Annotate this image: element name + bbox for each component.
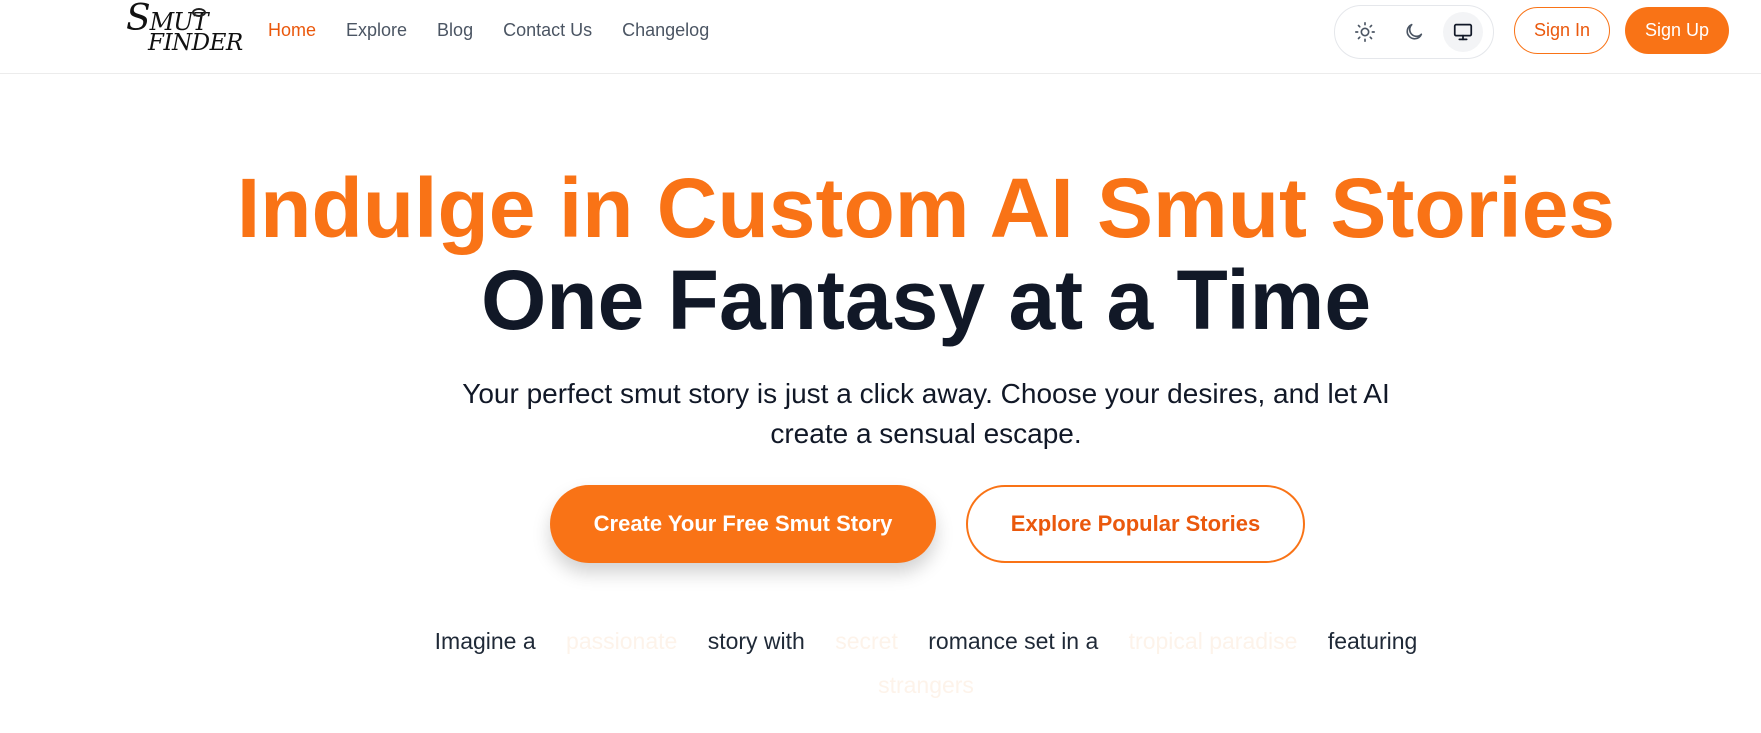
- imagine-suffix: featuring: [1327, 628, 1418, 654]
- explore-stories-button[interactable]: Explore Popular Stories: [966, 485, 1305, 563]
- light-theme-button[interactable]: [1345, 12, 1385, 52]
- nav-item-contact-us[interactable]: Contact Us: [503, 19, 592, 41]
- nav-item-explore[interactable]: Explore: [346, 19, 407, 41]
- theme-switcher: [1334, 5, 1494, 59]
- imagine-mid-2: romance set in a: [928, 628, 1099, 654]
- imagine-slot-theme: secret: [835, 628, 898, 654]
- imagine-mid-1: story with: [707, 628, 805, 654]
- nav-item-home[interactable]: Home: [268, 19, 316, 41]
- hero-headline-accent: Indulge in Custom AI Smut Stories: [236, 161, 1616, 255]
- site-header: SMUT FINDER Home Explore Blog Contact Us…: [0, 0, 1761, 74]
- sign-up-button[interactable]: Sign Up: [1625, 7, 1729, 54]
- system-theme-button[interactable]: [1442, 12, 1483, 52]
- nav-item-blog[interactable]: Blog: [437, 19, 473, 41]
- smutfinder-logo[interactable]: SMUT FINDER: [126, 1, 243, 58]
- imagine-slot-setting: tropical paradise: [1128, 628, 1298, 654]
- logo-line-2: FINDER: [148, 30, 243, 56]
- imagine-sentence: Imagine a passionate story with secret r…: [0, 626, 1761, 656]
- monitor-icon: [1453, 23, 1472, 41]
- sun-icon: [1355, 22, 1376, 42]
- sign-in-button[interactable]: Sign In: [1514, 7, 1610, 54]
- nav-item-changelog[interactable]: Changelog: [622, 19, 709, 41]
- dark-theme-button[interactable]: [1394, 12, 1434, 52]
- logo-ring-icon: [192, 8, 206, 17]
- imagine-slot-characters: strangers: [878, 672, 974, 698]
- imagine-slot-mood: passionate: [566, 628, 678, 654]
- hero-subtitle: Your perfect smut story is just a click …: [462, 378, 1390, 449]
- moon-icon: [1406, 23, 1423, 40]
- create-story-button[interactable]: Create Your Free Smut Story: [550, 485, 936, 563]
- hero-headline-main: One Fantasy at a Time: [480, 253, 1372, 347]
- main-nav: Home Explore Blog Contact Us Changelog: [268, 19, 739, 41]
- imagine-prefix: Imagine a: [434, 628, 536, 654]
